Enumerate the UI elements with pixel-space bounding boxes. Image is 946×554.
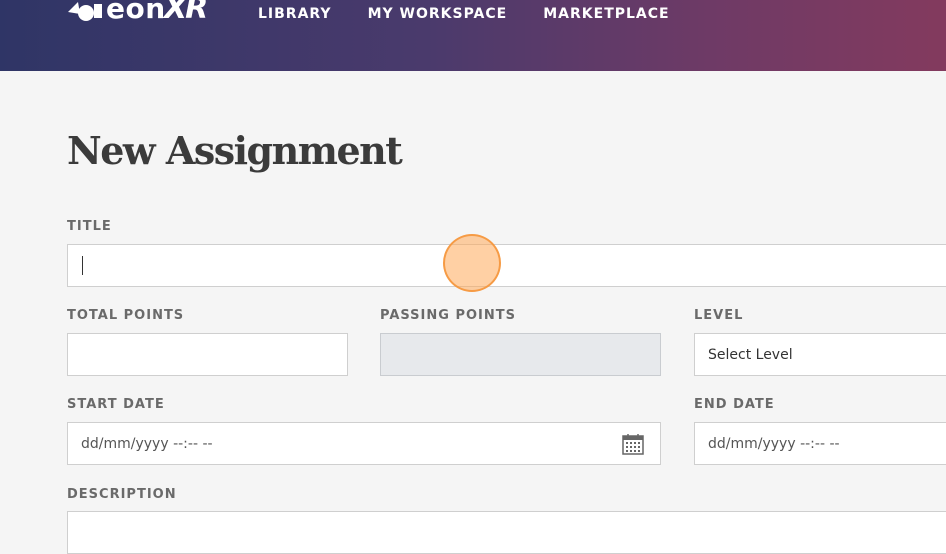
- total-points-label: TOTAL POINTS: [67, 308, 185, 323]
- level-label: LEVEL: [694, 308, 744, 323]
- click-indicator: [443, 234, 501, 292]
- end-date-label: END DATE: [694, 397, 775, 412]
- passing-points-label: PASSING POINTS: [380, 308, 516, 323]
- nav-my-workspace[interactable]: MY WORKSPACE: [368, 6, 508, 22]
- start-date-input[interactable]: dd/mm/yyyy --:-- --: [67, 422, 661, 465]
- passing-points-input[interactable]: [380, 333, 661, 376]
- start-date-label: START DATE: [67, 397, 165, 412]
- description-textarea[interactable]: [67, 511, 946, 554]
- logo-xr-text: XR: [164, 0, 208, 26]
- nav-marketplace[interactable]: MARKETPLACE: [543, 6, 669, 22]
- title-input[interactable]: [67, 244, 946, 287]
- level-select[interactable]: Select Level: [694, 333, 946, 376]
- end-date-input[interactable]: dd/mm/yyyy --:-- --: [694, 422, 946, 465]
- total-points-input[interactable]: [67, 333, 348, 376]
- main-nav: LIBRARY MY WORKSPACE MARKETPLACE: [258, 6, 706, 22]
- top-navigation-bar: eon XR LIBRARY MY WORKSPACE MARKETPLACE: [0, 0, 946, 71]
- calendar-icon[interactable]: [622, 433, 644, 455]
- page-title: New Assignment: [67, 128, 403, 173]
- end-date-placeholder: dd/mm/yyyy --:-- --: [708, 436, 840, 452]
- eon-xr-logo[interactable]: eon XR: [66, 0, 226, 32]
- nav-library[interactable]: LIBRARY: [258, 6, 332, 22]
- title-label: TITLE: [67, 219, 112, 234]
- eon-logo-icon: [68, 2, 102, 21]
- text-cursor: [82, 256, 83, 275]
- start-date-placeholder: dd/mm/yyyy --:-- --: [81, 436, 213, 452]
- logo-text: eon: [106, 0, 166, 25]
- description-label: DESCRIPTION: [67, 487, 177, 502]
- level-selected-value: Select Level: [708, 347, 793, 363]
